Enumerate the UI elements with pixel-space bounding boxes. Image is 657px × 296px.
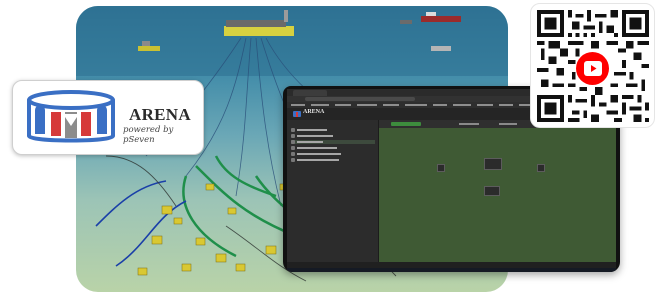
list-item[interactable] — [291, 128, 371, 132]
youtube-play-icon[interactable] — [576, 52, 609, 85]
arena-logo-card: ARENA powered by pSeven — [12, 80, 204, 155]
explorer-sidebar — [287, 120, 379, 262]
list-item[interactable] — [291, 140, 375, 144]
arena-app-icon — [293, 111, 301, 117]
fpso-vessel — [224, 26, 294, 36]
qr-code[interactable] — [530, 3, 655, 128]
list-item[interactable] — [291, 158, 371, 162]
arena-amphitheatre-icon — [27, 90, 115, 143]
app-name: ARENA — [303, 109, 325, 115]
workflow-output-node[interactable] — [537, 164, 545, 172]
logo-subtitle: powered by pSeven — [123, 125, 174, 145]
support-vessel — [138, 46, 160, 51]
workflow-input-node[interactable] — [437, 164, 445, 172]
list-item[interactable] — [291, 152, 371, 156]
list-item[interactable] — [291, 134, 371, 138]
play-icon — [584, 61, 602, 76]
tanker-vessel — [421, 16, 461, 22]
list-item[interactable] — [291, 146, 371, 150]
os-taskbar — [287, 268, 616, 272]
workflow-block-node[interactable] — [484, 158, 502, 170]
run-button[interactable] — [391, 122, 421, 126]
workflow-canvas[interactable] — [379, 120, 616, 262]
logo-title: ARENA — [129, 105, 191, 124]
workflow-block-node[interactable] — [484, 186, 500, 196]
umbilical-cable — [95, 180, 167, 227]
url-field[interactable] — [305, 97, 415, 101]
